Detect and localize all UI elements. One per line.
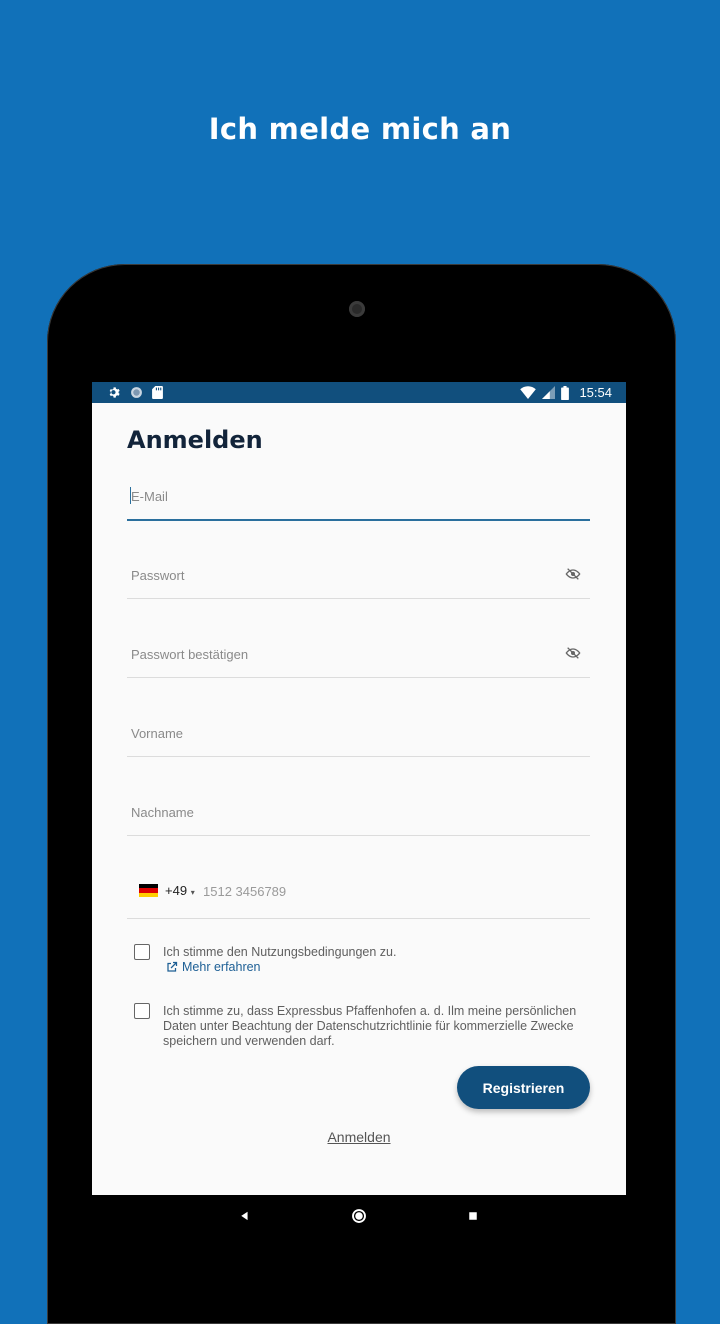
home-icon[interactable] — [350, 1207, 368, 1225]
phone-input[interactable] — [201, 880, 505, 902]
lastname-field-container — [127, 795, 590, 836]
country-code-label: +49 — [165, 883, 188, 898]
sd-card-icon — [152, 386, 163, 399]
terms-checkbox[interactable] — [134, 944, 150, 960]
country-code-select[interactable]: +49 ▾ — [165, 883, 195, 898]
camera-dot — [349, 301, 365, 317]
register-button[interactable]: Registrieren — [457, 1066, 590, 1109]
external-link-icon — [167, 961, 178, 972]
back-icon[interactable] — [236, 1207, 254, 1225]
password-confirm-field-container — [127, 637, 590, 678]
page-title: Anmelden — [127, 426, 263, 454]
status-bar: 15:54 — [92, 382, 626, 403]
email-field-container — [127, 479, 590, 521]
recents-icon[interactable] — [464, 1207, 482, 1225]
android-nav-bar — [92, 1195, 626, 1237]
battery-icon — [561, 385, 570, 400]
caret-down-icon: ▾ — [190, 888, 195, 897]
terms-label: Ich stimme den Nutzungsbedingungen zu. — [163, 945, 397, 959]
sync-circle-icon — [131, 387, 142, 398]
signal-icon — [542, 386, 556, 399]
text-cursor — [130, 487, 131, 504]
privacy-checkbox[interactable] — [134, 1003, 150, 1019]
status-time: 15:54 — [579, 385, 612, 400]
password-confirm-field[interactable] — [127, 643, 555, 665]
germany-flag-icon[interactable] — [139, 884, 158, 897]
app-screen: 15:54 Anmelden +49 ▾ Ich stimme den Nutz… — [92, 382, 626, 1195]
more-info-link[interactable]: Mehr erfahren — [166, 960, 261, 974]
password-field[interactable] — [127, 564, 555, 586]
promo-headline: Ich melde mich an — [208, 112, 512, 146]
login-link[interactable]: Anmelden — [92, 1129, 626, 1145]
phone-field-container: +49 ▾ — [127, 862, 590, 919]
settings-icon — [109, 387, 120, 398]
firstname-field-container — [127, 716, 590, 757]
firstname-field[interactable] — [127, 722, 555, 744]
lastname-field[interactable] — [127, 801, 555, 823]
eye-off-icon[interactable] — [565, 566, 581, 582]
more-info-label: Mehr erfahren — [182, 960, 261, 974]
privacy-label: Ich stimme zu, dass Expressbus Pfaffenho… — [163, 1004, 577, 1048]
email-field[interactable] — [127, 485, 555, 507]
password-field-container — [127, 558, 590, 599]
eye-off-icon[interactable] — [565, 645, 581, 661]
wifi-icon — [520, 386, 537, 399]
